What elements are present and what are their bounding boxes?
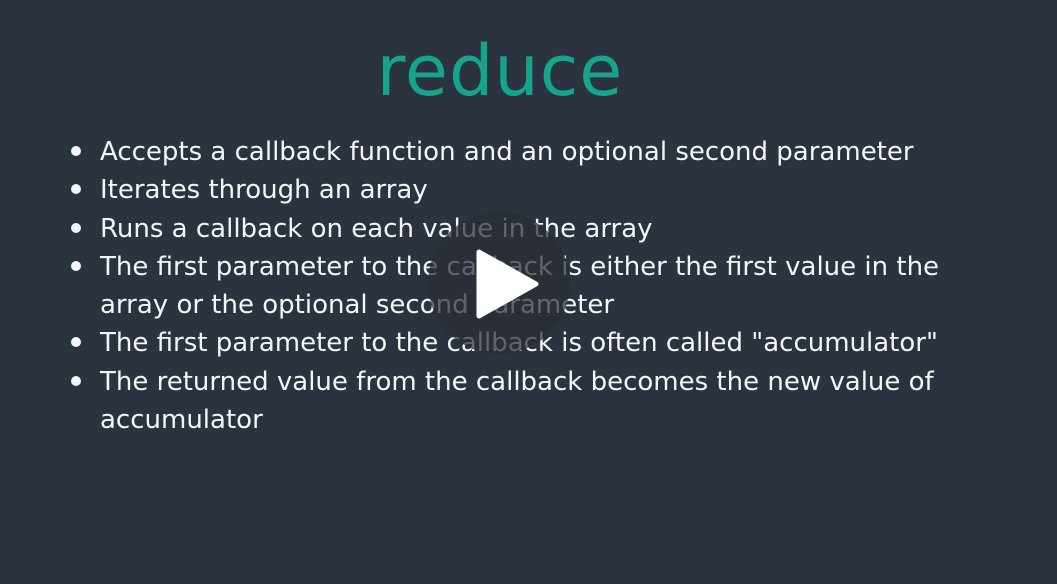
bullet-dot-icon [71, 375, 81, 386]
bullet-dot-icon [71, 337, 81, 348]
bullet-dot-icon [71, 146, 81, 156]
slide-title: reduce [376, 30, 624, 112]
bullet-dot-icon [71, 184, 81, 195]
bullet-dot-icon [71, 260, 81, 271]
play-icon [476, 249, 539, 319]
bullet-item: Iterates through an array [68, 171, 948, 209]
slide: reduce Accepts a callback function and a… [0, 0, 1057, 584]
play-button[interactable] [428, 212, 570, 354]
bullet-text: Iterates through an array [100, 175, 428, 206]
bullet-text: Accepts a callback function and an optio… [100, 137, 914, 167]
bullet-dot-icon [71, 222, 81, 233]
bullet-text: The returned value from the callback bec… [100, 366, 934, 436]
bullet-item: Accepts a callback function and an optio… [68, 133, 948, 171]
bullet-item: The returned value from the callback bec… [68, 363, 948, 440]
